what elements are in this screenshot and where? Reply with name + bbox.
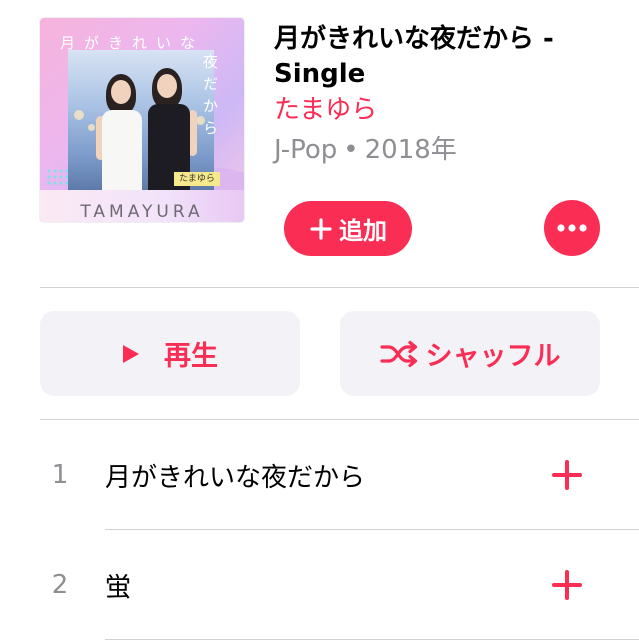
header-divider — [40, 287, 639, 288]
track-divider — [105, 639, 639, 640]
album-artwork[interactable]: 月がきれいな 夜だから たまゆら TAMAYURA — [40, 18, 244, 222]
album-meta: J-Pop • 2018年 — [274, 133, 457, 168]
track-row[interactable]: 2 蛍 — [0, 530, 639, 640]
cover-title-top: 月がきれいな — [60, 34, 205, 52]
track-title[interactable]: 蛍 — [105, 567, 131, 604]
shuffle-icon — [379, 340, 417, 367]
cover-bokeh — [74, 110, 84, 120]
album-year: 2018年 — [364, 135, 457, 165]
add-button-label: 追加 — [339, 217, 387, 245]
cover-artist-label: たまゆら — [174, 172, 220, 186]
track-number: 2 — [51, 570, 69, 600]
track-list: 1 月がきれいな夜だから 2 蛍 — [0, 420, 639, 640]
album-title: 月がきれいな夜だから - Single — [274, 24, 554, 89]
track-number: 1 — [51, 460, 69, 490]
cover-figure-left-body — [102, 110, 142, 190]
play-button-label: 再生 — [164, 341, 218, 372]
track-title[interactable]: 月がきれいな夜だから — [105, 457, 365, 494]
album-artist-link[interactable]: たまゆら — [274, 93, 377, 128]
play-icon — [123, 344, 139, 363]
plus-icon — [552, 460, 582, 490]
ellipsis-icon — [557, 224, 587, 232]
cover-photo — [68, 50, 214, 190]
cover-figure-right-face — [157, 74, 177, 98]
cover-decoration-dots — [46, 168, 70, 186]
more-options-button[interactable] — [544, 200, 600, 256]
shuffle-button-label: シャッフル — [425, 341, 561, 372]
cover-bokeh — [88, 124, 95, 131]
shuffle-button[interactable]: シャッフル — [340, 311, 600, 396]
album-genre: J-Pop — [274, 135, 338, 165]
cover-figure-left-face — [111, 80, 131, 104]
plus-icon — [310, 217, 332, 240]
track-row[interactable]: 1 月がきれいな夜だから — [0, 420, 639, 530]
meta-separator: • — [343, 135, 359, 165]
track-add-button[interactable] — [550, 458, 584, 492]
play-button[interactable]: 再生 — [40, 311, 300, 396]
cover-title-side: 夜だから — [201, 54, 219, 142]
cover-brand-text: TAMAYURA — [80, 202, 204, 222]
add-to-library-button[interactable]: 追加 — [284, 201, 412, 256]
track-add-button[interactable] — [550, 568, 584, 602]
plus-icon — [552, 570, 582, 600]
